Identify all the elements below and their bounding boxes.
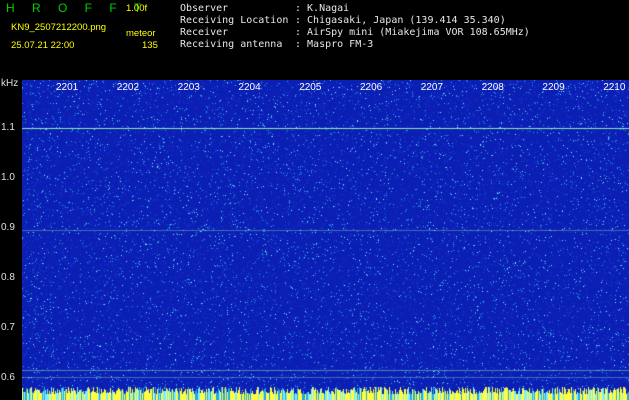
x-tick-label: 2207 <box>420 82 444 93</box>
info-value-observer: : K.Nagai <box>295 3 350 14</box>
y-tick-label: 0.9 <box>1 222 15 233</box>
x-tick-label: 2203 <box>177 82 200 93</box>
info-value-location: : Chigasaki, Japan (139.414 35.340) <box>295 15 506 26</box>
y-axis: kHz 1.1 1.0 0.9 0.8 0.7 0.6 <box>0 78 22 400</box>
x-tick-label: 2206 <box>360 82 383 93</box>
y-tick-label: 0.8 <box>1 272 15 283</box>
header-panel: H R O F F T 1.00f KN9_2507212200.png met… <box>0 0 629 78</box>
x-tick-label: 2202 <box>116 82 140 93</box>
x-tick-label: 2209 <box>542 82 565 93</box>
x-tick-label: 2208 <box>481 82 504 93</box>
info-value-antenna: : Maspro FM-3 <box>295 39 374 50</box>
info-value-receiver: : AirSpy mini (Miakejima VOR 108.65MHz) <box>295 27 530 38</box>
y-tick-label: 0.7 <box>1 322 15 333</box>
version-label: 1.00f <box>126 3 148 14</box>
info-label-antenna: Receiving antenna <box>180 39 283 50</box>
datetime-label: 25.07.21 22:00 <box>11 40 75 51</box>
x-tick-label: 2205 <box>299 82 322 93</box>
info-label-location: Receiving Location <box>180 15 289 26</box>
meteor-count: 135 <box>142 40 158 51</box>
y-tick-label: 0.6 <box>1 372 15 383</box>
y-tick-label: 1.0 <box>1 172 15 183</box>
filename-label: KN9_2507212200.png <box>11 22 107 33</box>
info-label-observer: Observer <box>180 3 229 14</box>
spectrogram[interactable] <box>22 80 629 400</box>
x-tick-label: 2204 <box>238 82 261 93</box>
y-tick-label: 1.1 <box>1 122 15 133</box>
y-axis-label: kHz <box>1 78 19 89</box>
x-tick-label: 2201 <box>56 82 79 93</box>
meteor-label: meteor <box>126 28 156 39</box>
info-label-receiver: Receiver <box>180 27 229 38</box>
x-tick-label: 2210 <box>603 82 626 93</box>
